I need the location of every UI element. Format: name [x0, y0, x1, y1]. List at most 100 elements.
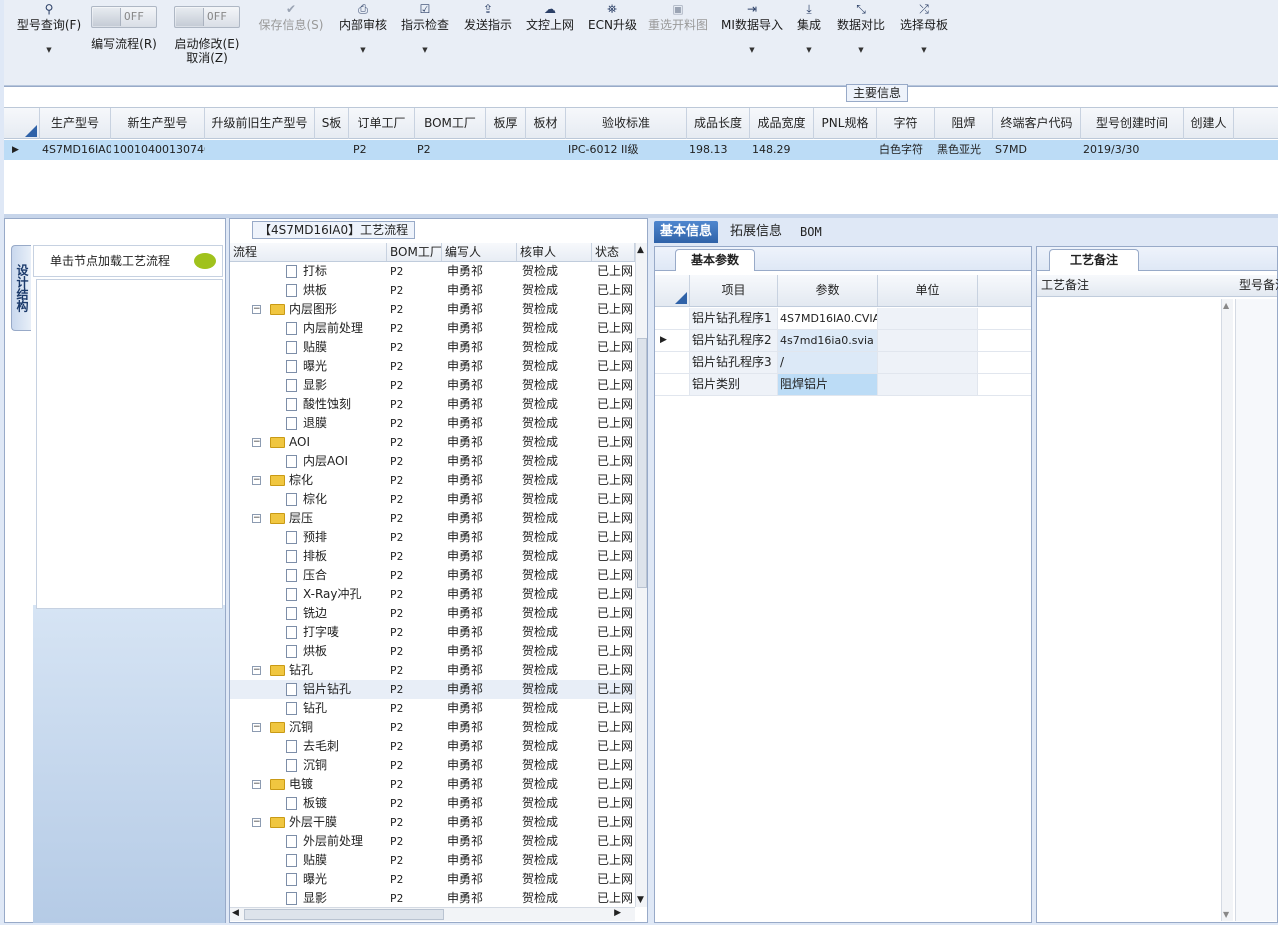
param-unit[interactable]	[878, 374, 978, 395]
scroll-right-icon[interactable]: ▶	[614, 908, 621, 918]
chevron-down-icon[interactable]: ▼	[400, 46, 450, 54]
scroll-down-icon[interactable]: ▼	[1223, 910, 1229, 919]
grid-cell[interactable]: 148.29	[750, 140, 814, 160]
column-header[interactable]: 升级前旧生产型号	[205, 108, 315, 139]
column-header[interactable]: 字符	[877, 108, 935, 139]
scroll-down-icon[interactable]: ▼	[637, 895, 644, 905]
tree-row[interactable]: 显影 P2 申勇祁 贺检成 已上网	[230, 376, 635, 395]
tree-node[interactable]: 内层AOI	[286, 452, 348, 471]
param-value[interactable]: 4S7MD16IA0.CVIA	[778, 308, 878, 329]
column-header[interactable]: 核审人	[517, 243, 592, 261]
tree-row[interactable]: − 钻孔 P2 申勇祁 贺检成 已上网	[230, 661, 635, 680]
tree-node[interactable]: 打字唛	[286, 623, 339, 642]
tree-node[interactable]: 压合	[286, 566, 327, 585]
tree-row[interactable]: 曝光 P2 申勇祁 贺检成 已上网	[230, 870, 635, 889]
tree-row[interactable]: − 外层干膜 P2 申勇祁 贺检成 已上网	[230, 813, 635, 832]
tab-process-remarks[interactable]: 工艺备注	[1049, 249, 1139, 271]
tree-row[interactable]: 内层AOI P2 申勇祁 贺检成 已上网	[230, 452, 635, 471]
table-row[interactable]: 铝片类别 阻焊铝片	[655, 374, 1031, 396]
integrate-button[interactable]: ⤓ 集成 ▼	[794, 0, 824, 72]
collapse-icon[interactable]: −	[252, 305, 261, 314]
grid-cell[interactable]: 黑色亚光	[935, 140, 993, 160]
column-header[interactable]: S板	[315, 108, 349, 139]
tree-row[interactable]: 退膜 P2 申勇祁 贺检成 已上网	[230, 414, 635, 433]
tree-node[interactable]: 钻孔	[270, 661, 313, 680]
param-value[interactable]: 4s7md16ia0.svia	[778, 330, 878, 351]
tree-row[interactable]: 打标 P2 申勇祁 贺检成 已上网	[230, 262, 635, 281]
tree-row[interactable]: − 层压 P2 申勇祁 贺检成 已上网	[230, 509, 635, 528]
scroll-up-icon[interactable]: ▲	[637, 245, 644, 255]
instruction-check-button[interactable]: ☑ 指示检查 ▼	[400, 0, 450, 72]
doc-control-online-button[interactable]: ☁ 文控上网	[525, 0, 575, 72]
tree-node[interactable]: 烘板	[286, 281, 327, 300]
column-header[interactable]: 型号创建时间	[1081, 108, 1184, 139]
model-query-button[interactable]: ⚲ 型号查询(F) ▼	[10, 0, 88, 72]
column-header[interactable]: 成品宽度	[750, 108, 814, 139]
grid-corner[interactable]	[655, 275, 690, 306]
column-header[interactable]: 订单工厂	[349, 108, 415, 139]
tree-row[interactable]: − AOI P2 申勇祁 贺检成 已上网	[230, 433, 635, 452]
column-header[interactable]: 项目	[690, 275, 778, 306]
collapse-icon[interactable]: −	[252, 476, 261, 485]
column-header[interactable]: PNL规格	[814, 108, 877, 139]
grid-cell[interactable]: 白色字符	[877, 140, 935, 160]
tree-row[interactable]: 铣边 P2 申勇祁 贺检成 已上网	[230, 604, 635, 623]
tree-node[interactable]: 去毛刺	[286, 737, 339, 756]
cancel-modify-label[interactable]: 取消(Z)	[170, 51, 244, 65]
grid-cell[interactable]: 2019/3/30	[1081, 140, 1184, 160]
column-header[interactable]: 板材	[526, 108, 566, 139]
internal-review-button[interactable]: ⎙ 内部审核 ▼	[338, 0, 388, 72]
tree-node[interactable]: X-Ray冲孔	[286, 585, 361, 604]
param-unit[interactable]	[878, 330, 978, 351]
tree-row[interactable]: 棕化 P2 申勇祁 贺检成 已上网	[230, 490, 635, 509]
tab-basic-info[interactable]: 基本信息	[654, 221, 719, 243]
collapse-icon[interactable]: −	[252, 514, 261, 523]
tree-node[interactable]: 退膜	[286, 414, 327, 433]
grid-cell[interactable]	[814, 140, 877, 160]
table-row[interactable]: 铝片钻孔程序1 4S7MD16IA0.CVIA	[655, 308, 1031, 330]
column-header[interactable]: BOM工厂	[415, 108, 486, 139]
model-remarks-textarea[interactable]	[1235, 299, 1277, 921]
tree-node[interactable]: 烘板	[286, 642, 327, 661]
grid-cell[interactable]	[1184, 140, 1234, 160]
grid-cell[interactable]	[205, 140, 315, 160]
column-header[interactable]: 创建人	[1184, 108, 1234, 139]
select-motherboard-button[interactable]: ⤮ 选择母板 ▼	[897, 0, 951, 72]
chevron-down-icon[interactable]: ▼	[720, 46, 784, 54]
param-value[interactable]: /	[778, 352, 878, 373]
save-info-button[interactable]: ✔ 保存信息(S)	[254, 0, 328, 72]
tree-node[interactable]: 铣边	[286, 604, 327, 623]
tree-node[interactable]: 沉铜	[270, 718, 313, 737]
tree-node[interactable]: 板镀	[286, 794, 327, 813]
structure-tree-area[interactable]	[36, 279, 223, 609]
tree-node[interactable]: 内层前处理	[286, 319, 363, 338]
column-header[interactable]: 验收标准	[566, 108, 687, 139]
collapse-icon[interactable]: −	[252, 780, 261, 789]
collapse-icon[interactable]: −	[252, 818, 261, 827]
tree-node[interactable]: 铝片钻孔	[286, 680, 351, 699]
chevron-down-icon[interactable]: ▼	[897, 46, 951, 54]
tree-row[interactable]: − 棕化 P2 申勇祁 贺检成 已上网	[230, 471, 635, 490]
tree-node[interactable]: 曝光	[286, 357, 327, 376]
tree-node[interactable]: 电镀	[270, 775, 313, 794]
tree-node[interactable]: 曝光	[286, 870, 327, 889]
chevron-down-icon[interactable]: ▼	[834, 46, 888, 54]
grid-cell[interactable]: 10010400130740	[111, 140, 205, 160]
tab-bom[interactable]: BOM	[794, 221, 828, 243]
tab-extended-info[interactable]: 拓展信息	[724, 221, 788, 243]
table-row[interactable]: 铝片钻孔程序3 /	[655, 352, 1031, 374]
tree-row[interactable]: 酸性蚀刻 P2 申勇祁 贺检成 已上网	[230, 395, 635, 414]
scroll-left-icon[interactable]: ◀	[232, 908, 239, 918]
table-row[interactable]: ▶ 4S7MD16IA0 10010400130740 P2 P2 IPC-60…	[4, 140, 1278, 160]
tree-node[interactable]: 外层干膜	[270, 813, 337, 832]
tree-row[interactable]: 压合 P2 申勇祁 贺检成 已上网	[230, 566, 635, 585]
grid-cell[interactable]: 4S7MD16IA0	[40, 140, 111, 160]
collapse-icon[interactable]: −	[252, 723, 261, 732]
scrollbar-thumb[interactable]	[637, 338, 647, 588]
tree-row[interactable]: 板镀 P2 申勇祁 贺检成 已上网	[230, 794, 635, 813]
tree-row[interactable]: 沉铜 P2 申勇祁 贺检成 已上网	[230, 756, 635, 775]
table-row[interactable]: ▶ 铝片钻孔程序2 4s7md16ia0.svia	[655, 330, 1031, 352]
horizontal-scrollbar[interactable]: ◀ ▶	[230, 907, 635, 921]
data-compare-button[interactable]: ⤡ 数据对比 ▼	[834, 0, 888, 72]
tree-node[interactable]: 显影	[286, 889, 327, 906]
